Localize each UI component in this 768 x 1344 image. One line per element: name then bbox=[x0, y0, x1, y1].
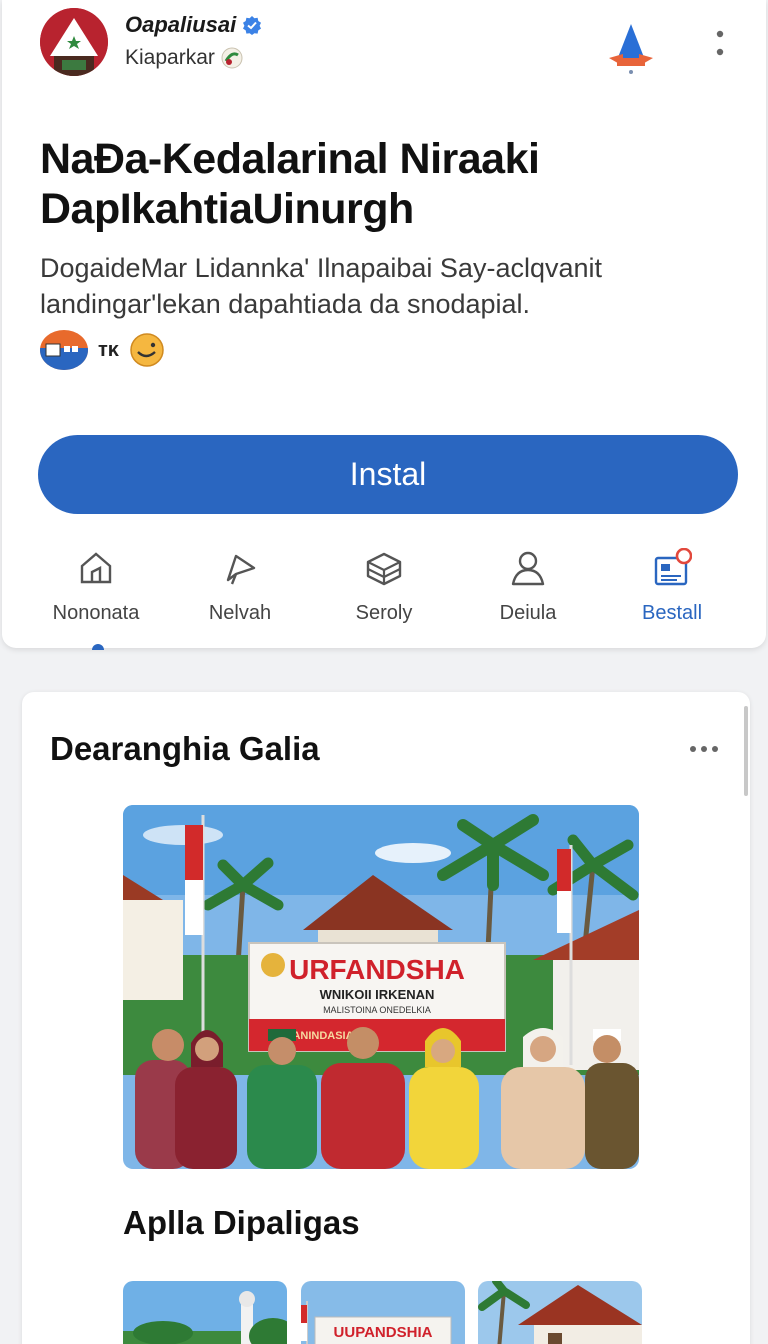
person-icon bbox=[511, 551, 545, 586]
developer-row: Kiaparkar bbox=[125, 46, 243, 70]
scrollbar[interactable] bbox=[744, 706, 748, 796]
tab-label: Bestall bbox=[641, 602, 703, 624]
gallery-thumbnail-3[interactable] bbox=[478, 1281, 642, 1344]
send-icon bbox=[226, 554, 256, 585]
install-button[interactable]: Instal bbox=[38, 435, 738, 514]
banner-line: MALISTOINA ONEDELKIA bbox=[323, 1005, 431, 1015]
share-icon[interactable] bbox=[605, 22, 657, 74]
tab-label: Nononata bbox=[52, 602, 140, 624]
thumb-banner-text: UUPANDSHIA bbox=[334, 1324, 433, 1341]
banner-subtitle: WNIKOII IRKENAN bbox=[320, 987, 435, 1002]
smile-icon bbox=[129, 332, 165, 368]
tab-bar: Nononata Nelvah Seroly Deiula Bestall bbox=[24, 540, 744, 640]
app-name-row: Oapaliusai bbox=[125, 12, 262, 38]
app-description: DogaideMar Lidannka' Ilnapaibai Say-aclq… bbox=[40, 253, 603, 319]
developer-name[interactable]: Kiaparkar bbox=[125, 46, 215, 70]
gallery-thumbnail-2[interactable]: UUPANDSHIA bbox=[301, 1281, 465, 1344]
thumbnail-image bbox=[123, 1281, 287, 1344]
more-options-icon[interactable] bbox=[708, 28, 732, 64]
banner-footer: ANINDASIA bbox=[292, 1030, 353, 1042]
app-headline: NaĐa-Kedalarinal Niraaki DapIkahtiaUinur… bbox=[40, 135, 540, 233]
box-icon bbox=[366, 552, 402, 586]
thumbnail-image bbox=[478, 1281, 642, 1344]
verified-icon bbox=[242, 15, 262, 35]
thumbnail-image: UUPANDSHIA bbox=[301, 1281, 465, 1344]
section-title: Dearanghia Galia bbox=[50, 730, 320, 767]
news-icon bbox=[654, 548, 692, 586]
notification-dot bbox=[675, 548, 692, 565]
tab-indicator bbox=[92, 644, 104, 650]
app-header-card: Oapaliusai Kiaparkar NaĐa-Kedalarinal Ni… bbox=[2, 0, 766, 648]
gallery-main-photo[interactable]: URFANDSHA WNIKOII IRKENAN MALISTOINA ONE… bbox=[123, 805, 639, 1169]
badge-text: ᴛᴋ bbox=[98, 338, 119, 361]
home-icon bbox=[80, 552, 112, 584]
tab-bestall[interactable]: Bestall bbox=[600, 540, 744, 640]
app-logo[interactable] bbox=[40, 8, 108, 76]
developer-badge-icon bbox=[221, 47, 243, 69]
tab-label: Seroly bbox=[355, 602, 413, 624]
gallery-section-card: Dearanghia Galia URFANDSHA WNIKOII IRKEN… bbox=[22, 692, 750, 1344]
banner-title: URFANDSHA bbox=[289, 954, 465, 985]
community-event-photo: URFANDSHA WNIKOII IRKENAN MALISTOINA ONE… bbox=[123, 805, 639, 1169]
tab-nelvah[interactable]: Nelvah bbox=[168, 540, 312, 640]
app-name[interactable]: Oapaliusai bbox=[125, 12, 236, 38]
badges-row: ᴛᴋ bbox=[40, 330, 165, 370]
gallery-thumbnail-1[interactable] bbox=[123, 1281, 287, 1344]
section-more-icon[interactable] bbox=[688, 742, 720, 754]
rating-badge-icon bbox=[40, 330, 88, 370]
subsection-title: Aplla Dipaligas bbox=[123, 1204, 360, 1241]
tab-label: Nelvah bbox=[208, 602, 272, 624]
tab-deiula[interactable]: Deiula bbox=[456, 540, 600, 640]
tab-nononata[interactable]: Nononata bbox=[24, 540, 168, 640]
tab-seroly[interactable]: Seroly bbox=[312, 540, 456, 640]
tab-label: Deiula bbox=[499, 602, 557, 624]
